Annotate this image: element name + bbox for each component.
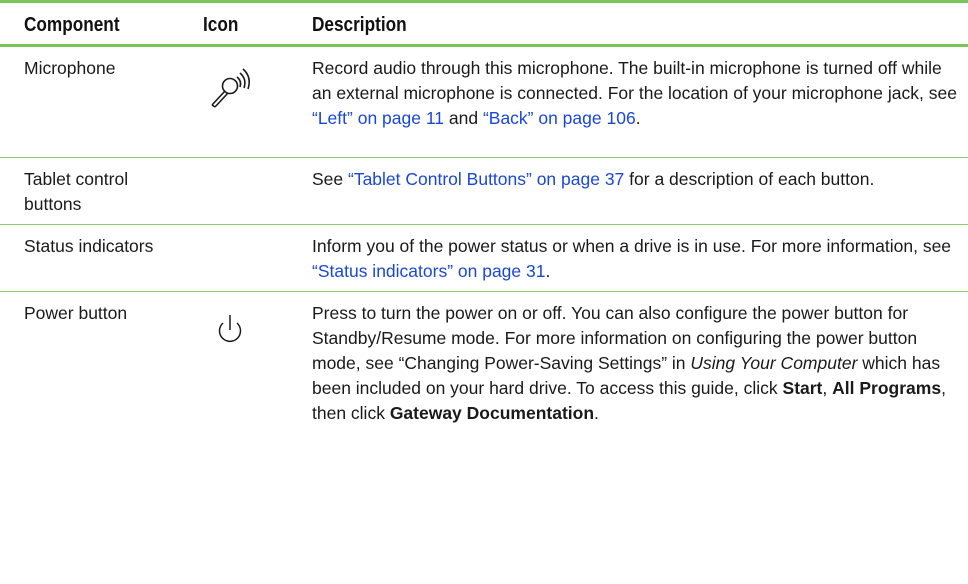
link-back-page-106[interactable]: “Back” on page 106	[483, 108, 636, 128]
component-name: Tablet control buttons	[24, 169, 129, 214]
link-status-indicators[interactable]: “Status indicators” on page 31	[312, 261, 545, 281]
header-description: Description	[312, 14, 407, 36]
component-name: Status indicators	[24, 236, 154, 256]
component-table: Component Icon Description Microphone Re…	[0, 0, 968, 507]
component-description: Press to turn the power on or off. You c…	[312, 303, 946, 423]
table-header-row: Component Icon Description	[0, 3, 968, 47]
start-menu-label: Start	[782, 378, 823, 398]
table-row: Power button Press to turn the power on …	[0, 292, 968, 507]
component-description: See “Tablet Control Buttons” on page 37 …	[312, 169, 875, 189]
table-row: Status indicators Inform you of the powe…	[0, 225, 968, 292]
all-programs-label: All Programs	[832, 378, 942, 398]
component-name: Power button	[24, 303, 128, 323]
link-tablet-control-buttons[interactable]: “Tablet Control Buttons” on page 37	[348, 169, 624, 189]
link-left-page-11[interactable]: “Left” on page 11	[312, 108, 444, 128]
guide-title: Using Your Computer	[690, 353, 858, 373]
power-icon	[190, 306, 270, 361]
table-row: Tablet control buttons See “Tablet Contr…	[0, 158, 968, 225]
component-name: Microphone	[24, 58, 116, 78]
gateway-documentation-label: Gateway Documentation	[389, 403, 595, 423]
microphone-icon	[190, 57, 270, 122]
header-icon: Icon	[203, 14, 239, 36]
header-component: Component	[24, 14, 120, 36]
table-row: Microphone Record audio through this mic…	[0, 47, 968, 158]
component-description: Inform you of the power status or when a…	[312, 236, 952, 281]
component-description: Record audio through this microphone. Th…	[312, 58, 957, 128]
